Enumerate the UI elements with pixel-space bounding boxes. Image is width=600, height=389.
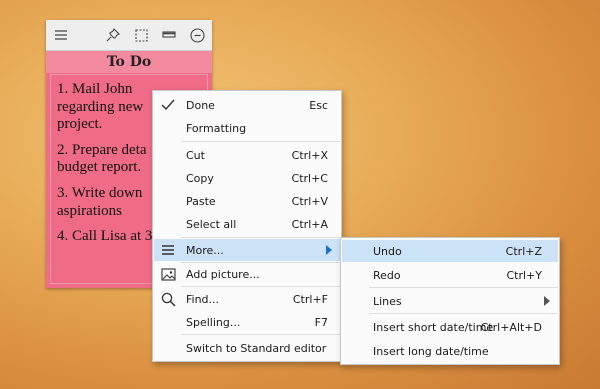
note-toolbar xyxy=(46,20,212,51)
menu-separator xyxy=(181,237,340,238)
menu-item-add-picture[interactable]: Add picture... xyxy=(154,263,340,285)
menu-item-find[interactable]: Find... Ctrl+F xyxy=(154,288,340,310)
menu-separator xyxy=(181,286,340,287)
menu-icon[interactable] xyxy=(50,20,72,50)
submenu-item-undo[interactable]: Undo Ctrl+Z xyxy=(342,240,558,262)
menu-item-spelling[interactable]: Spelling... F7 xyxy=(154,311,340,333)
submenu-item-lines[interactable]: Lines xyxy=(342,290,558,312)
menu-separator xyxy=(181,141,340,142)
context-menu: Done Esc Formatting Cut Ctrl+X Copy Ctrl… xyxy=(152,90,342,362)
minimize-icon[interactable] xyxy=(158,20,180,50)
checkmark-icon xyxy=(160,97,176,113)
note-title[interactable]: To Do xyxy=(46,51,212,73)
more-submenu: Undo Ctrl+Z Redo Ctrl+Y Lines Insert sho… xyxy=(340,237,560,365)
menu-item-select-all[interactable]: Select all Ctrl+A xyxy=(154,213,340,235)
menu-item-paste[interactable]: Paste Ctrl+V xyxy=(154,190,340,212)
menu-separator xyxy=(369,313,558,314)
pin-icon[interactable] xyxy=(102,20,124,50)
menu-item-switch-editor[interactable]: Switch to Standard editor xyxy=(154,337,340,359)
more-icon xyxy=(160,242,176,258)
submenu-item-insert-long-date[interactable]: Insert long date/time xyxy=(342,340,558,362)
menu-item-done[interactable]: Done Esc xyxy=(154,94,340,116)
select-icon[interactable] xyxy=(130,20,152,50)
menu-item-formatting[interactable]: Formatting xyxy=(154,117,340,139)
menu-separator xyxy=(181,334,340,335)
chevron-right-icon xyxy=(544,296,550,306)
menu-item-cut[interactable]: Cut Ctrl+X xyxy=(154,144,340,166)
search-icon xyxy=(160,291,176,307)
picture-icon xyxy=(160,266,176,282)
chevron-right-icon xyxy=(326,245,332,255)
menu-separator xyxy=(369,287,558,288)
menu-item-more[interactable]: More... xyxy=(154,239,340,261)
submenu-item-insert-short-date[interactable]: Insert short date/time Ctrl+Alt+D xyxy=(342,316,558,338)
submenu-item-redo[interactable]: Redo Ctrl+Y xyxy=(342,264,558,286)
menu-item-copy[interactable]: Copy Ctrl+C xyxy=(154,167,340,189)
close-icon[interactable] xyxy=(186,20,208,50)
